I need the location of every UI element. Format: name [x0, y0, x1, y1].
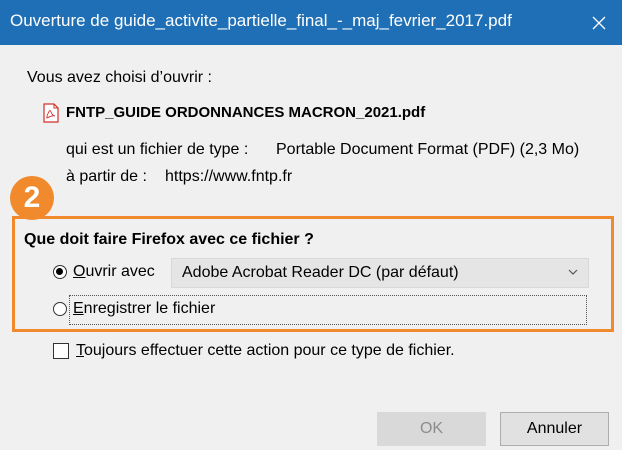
application-select[interactable]: Adobe Acrobat Reader DC (par défaut) — [171, 258, 589, 288]
ok-button[interactable]: OK — [377, 412, 486, 446]
always-label[interactable]: Toujours effectuer cette action pour ce … — [76, 342, 455, 360]
open-with-label[interactable]: Ouvrir avec — [73, 263, 155, 281]
chevron-down-icon — [568, 269, 578, 275]
open-with-label-rest: uvrir avec — [85, 263, 155, 280]
file-type-label: qui est un fichier de type : — [66, 141, 249, 158]
save-file-accel: E — [73, 300, 84, 317]
title-bar: Ouverture de guide_activite_partielle_fi… — [0, 0, 622, 45]
always-checkbox[interactable] — [53, 343, 69, 359]
close-icon — [592, 16, 606, 29]
intro-text: Vous avez choisi d’ouvrir : — [27, 69, 212, 86]
open-with-accel: O — [73, 263, 86, 280]
application-select-value: Adobe Acrobat Reader DC (par défaut) — [182, 264, 459, 281]
cancel-button[interactable]: Annuler — [500, 412, 609, 446]
step-badge: 2 — [10, 176, 54, 220]
question-heading: Que doit faire Firefox avec ce fichier ? — [24, 231, 314, 248]
file-name: FNTP_GUIDE ORDONNANCES MACRON_2021.pdf — [66, 104, 426, 121]
always-accel: T — [76, 342, 84, 359]
save-file-label[interactable]: Enregistrer le fichier — [73, 300, 215, 318]
dialog-title: Ouverture de guide_activite_partielle_fi… — [10, 11, 512, 30]
open-with-radio[interactable] — [53, 265, 67, 279]
close-button[interactable] — [576, 0, 622, 45]
pdf-icon — [43, 103, 59, 123]
source-value: https://www.fntp.fr — [165, 168, 293, 185]
file-type-value: Portable Document Format (PDF) (2,3 Mo) — [276, 141, 580, 158]
save-file-radio[interactable] — [53, 302, 67, 316]
always-label-rest: oujours effectuer cette action pour ce t… — [84, 342, 455, 359]
source-label: à partir de : — [66, 168, 147, 185]
save-file-label-rest: nregistrer le fichier — [83, 300, 216, 317]
